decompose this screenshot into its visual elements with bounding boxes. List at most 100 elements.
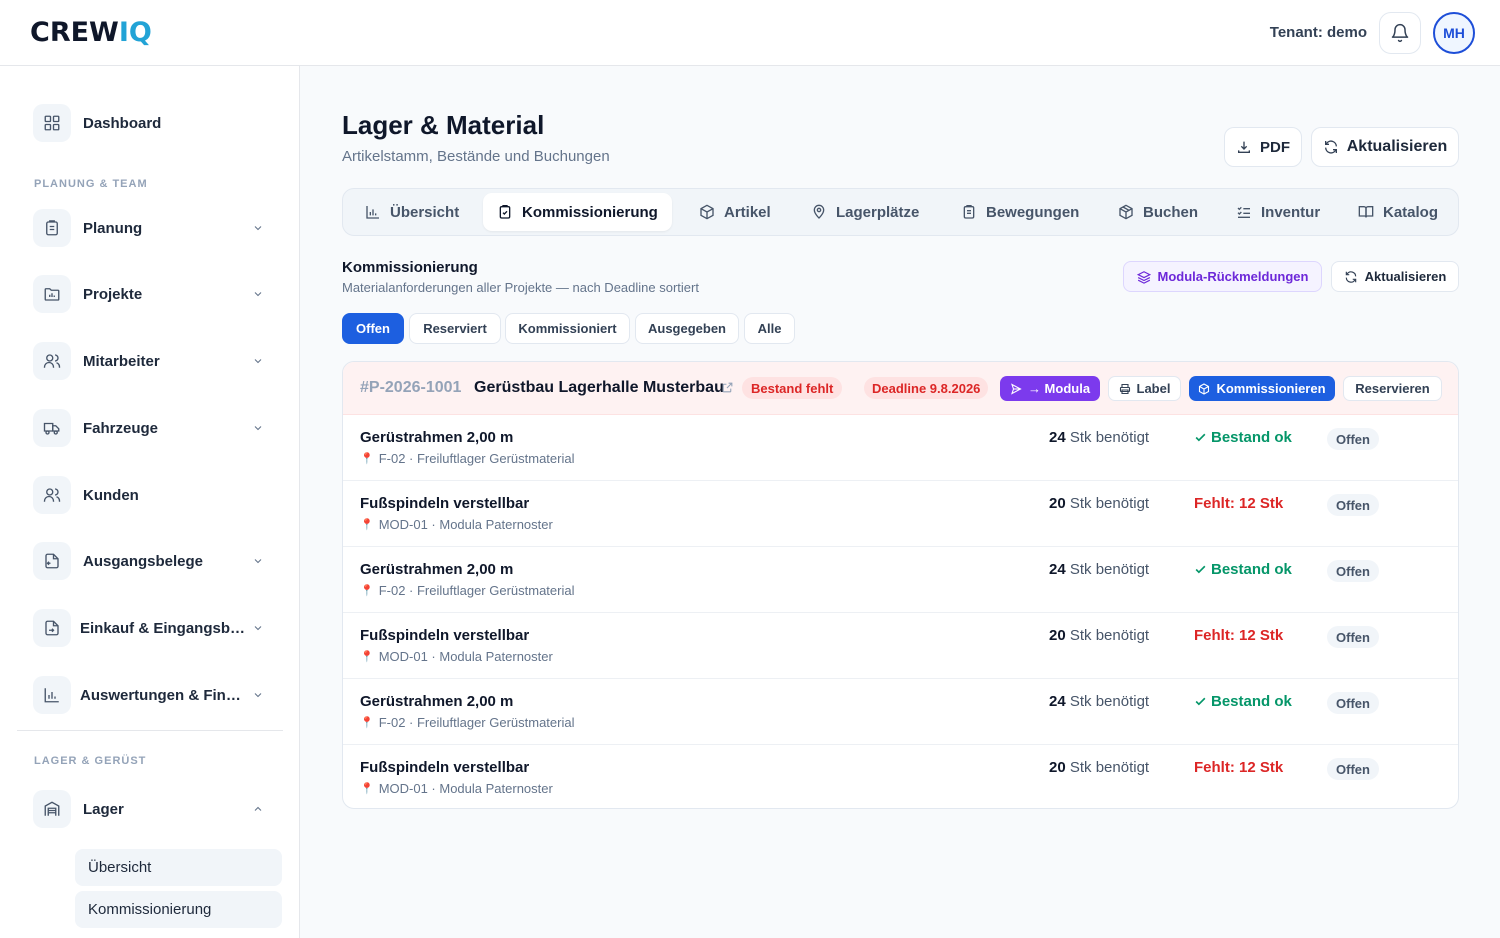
- qty-number: 24: [1049, 429, 1066, 446]
- sidebar-subitem-kommissionierung[interactable]: Kommissionierung: [75, 891, 282, 928]
- item-name: Fußspindeln verstellbar: [360, 495, 530, 512]
- table-row[interactable]: Fußspindeln verstellbar 📍 MOD-01 · Modula…: [343, 745, 1458, 808]
- qty-number: 24: [1049, 693, 1066, 710]
- sidebar-item-label: Projekte: [83, 285, 143, 303]
- tab-artikel[interactable]: Artikel: [685, 193, 785, 231]
- sidebar-item-label: Dashboard: [83, 114, 162, 132]
- sidebar-item-label: Kunden: [83, 486, 139, 504]
- page-title: Lager & Material: [342, 110, 545, 140]
- sidebar-item-lager[interactable]: Lager: [33, 790, 273, 828]
- package-icon: [1118, 204, 1134, 220]
- tab-bar: Übersicht Kommissionierung Artikel Lager…: [342, 188, 1459, 236]
- qty-number: 20: [1049, 627, 1066, 644]
- qty-number: 20: [1049, 495, 1066, 512]
- print-label-button[interactable]: Label: [1108, 376, 1181, 401]
- top-bar: CREW IQ Tenant: demo MH: [0, 0, 1500, 66]
- table-row[interactable]: Fußspindeln verstellbar 📍 MOD-01 · Modula…: [343, 481, 1458, 547]
- warehouse-icon: [33, 790, 71, 828]
- item-quantity: 20 Stk benötigt: [1049, 495, 1149, 512]
- pick-button[interactable]: Kommissionieren: [1189, 376, 1335, 401]
- refresh-button[interactable]: Aktualisieren: [1311, 127, 1459, 167]
- book-open-icon: [1358, 204, 1374, 220]
- item-location: 📍 F-02 · Freiluftlager Gerüstmaterial: [360, 715, 574, 730]
- item-name: Gerüstrahmen 2,00 m: [360, 693, 514, 710]
- item-location-text: MOD-01 · Modula Paternoster: [378, 781, 553, 796]
- table-row[interactable]: Gerüstrahmen 2,00 m 📍 F-02 · Freiluftlage…: [343, 547, 1458, 613]
- printer-icon: [1119, 383, 1131, 395]
- filter-alle[interactable]: Alle: [744, 313, 795, 344]
- tab-inventur[interactable]: Inventur: [1222, 193, 1334, 231]
- sidebar-item-mitarbeiter[interactable]: Mitarbeiter: [33, 342, 273, 380]
- pdf-button[interactable]: PDF: [1224, 127, 1302, 167]
- tab-lagerplaetze[interactable]: Lagerplätze: [797, 193, 933, 231]
- sidebar-item-projekte[interactable]: Projekte: [33, 275, 273, 313]
- item-location: 📍 MOD-01 · Modula Paternoster: [360, 649, 553, 664]
- status-badge: Offen: [1327, 494, 1379, 516]
- reserve-button[interactable]: Reservieren: [1343, 376, 1442, 401]
- item-quantity: 24 Stk benötigt: [1049, 693, 1149, 710]
- qty-unit: Stk benötigt: [1069, 561, 1150, 578]
- deadline-badge: Deadline 9.8.2026: [864, 377, 989, 399]
- check-icon: [1194, 431, 1207, 444]
- tab-bewegungen[interactable]: Bewegungen: [947, 193, 1093, 231]
- table-row[interactable]: Fußspindeln verstellbar 📍 MOD-01 · Modula…: [343, 613, 1458, 679]
- project-name[interactable]: Gerüstbau Lagerhalle Musterbau: [474, 379, 724, 397]
- item-name: Fußspindeln verstellbar: [360, 759, 530, 776]
- tab-uebersicht[interactable]: Übersicht: [351, 193, 473, 231]
- refresh-button-label: Aktualisieren: [1346, 138, 1448, 155]
- filter-ausgegeben[interactable]: Ausgegeben: [635, 313, 739, 344]
- status-badge: Offen: [1327, 428, 1379, 450]
- send-to-modula-label: → Modula: [1027, 381, 1091, 396]
- tab-katalog[interactable]: Katalog: [1344, 193, 1452, 231]
- check-icon: [1194, 695, 1207, 708]
- filter-reserviert[interactable]: Reserviert: [409, 313, 501, 344]
- chevron-down-icon: [252, 288, 264, 300]
- sidebar-item-planung[interactable]: Planung: [33, 209, 273, 247]
- stock-status-text: Bestand ok: [1211, 561, 1292, 578]
- sidebar-item-kunden[interactable]: Kunden: [33, 476, 273, 514]
- stock-status: Fehlt: 12 Stk: [1194, 627, 1284, 644]
- external-link-icon[interactable]: [721, 381, 734, 394]
- status-badge: Offen: [1327, 692, 1379, 714]
- map-pin-icon: [811, 204, 827, 220]
- sidebar-item-ausgangsbelege[interactable]: Ausgangsbelege: [33, 542, 273, 580]
- sidebar-item-auswertungen[interactable]: Auswertungen & Finanzen: [33, 676, 273, 714]
- checklist-icon: [1236, 204, 1252, 220]
- item-location: 📍 F-02 · Freiluftlager Gerüstmaterial: [360, 583, 574, 598]
- status-badge: Offen: [1327, 758, 1379, 780]
- modula-feedback-button[interactable]: Modula-Rückmeldungen: [1123, 261, 1322, 292]
- item-quantity: 20 Stk benötigt: [1049, 759, 1149, 776]
- tab-buchen[interactable]: Buchen: [1104, 193, 1212, 231]
- user-avatar[interactable]: MH: [1433, 12, 1475, 54]
- stock-missing-badge: Bestand fehlt: [742, 377, 843, 399]
- sidebar-item-fahrzeuge[interactable]: Fahrzeuge: [33, 409, 273, 447]
- table-row[interactable]: Gerüstrahmen 2,00 m 📍 F-02 · Freiluftlage…: [343, 679, 1458, 745]
- qty-number: 24: [1049, 561, 1066, 578]
- file-import-icon: [33, 609, 71, 647]
- notifications-button[interactable]: [1379, 12, 1421, 54]
- sidebar-item-dashboard[interactable]: Dashboard: [33, 104, 273, 142]
- tab-kommissionierung[interactable]: Kommissionierung: [483, 193, 672, 231]
- qty-unit: Stk benötigt: [1069, 429, 1150, 446]
- sidebar-item-label: Einkauf & Eingangsbelege: [80, 619, 250, 637]
- project-card: #P-2026-1001 Gerüstbau Lagerhalle Muster…: [342, 361, 1459, 809]
- table-row[interactable]: Gerüstrahmen 2,00 m 📍 F-02 · Freiluftlage…: [343, 415, 1458, 481]
- send-to-modula-button[interactable]: → Modula: [1000, 376, 1100, 401]
- filter-kommissioniert[interactable]: Kommissioniert: [505, 313, 630, 344]
- sidebar-item-einkauf[interactable]: Einkauf & Eingangsbelege: [33, 609, 273, 647]
- stock-status: Fehlt: 12 Stk: [1194, 759, 1284, 776]
- tab-label: Inventur: [1261, 203, 1321, 221]
- tab-label: Lagerplätze: [836, 203, 920, 221]
- page-subtitle: Artikelstamm, Bestände und Buchungen: [342, 148, 610, 165]
- stock-status: Bestand ok: [1194, 429, 1292, 446]
- tab-label: Bewegungen: [986, 203, 1080, 221]
- pin-icon: 📍: [360, 717, 374, 729]
- filter-offen[interactable]: Offen: [342, 313, 404, 344]
- sidebar-subitem-uebersicht[interactable]: Übersicht: [75, 849, 282, 886]
- modula-feedback-label: Modula-Rückmeldungen: [1157, 269, 1309, 284]
- package-icon: [1198, 382, 1210, 395]
- section-refresh-button[interactable]: Aktualisieren: [1331, 261, 1459, 292]
- app-logo[interactable]: CREW IQ: [30, 17, 152, 49]
- status-badge: Offen: [1327, 560, 1379, 582]
- sidebar-item-label: Lager: [83, 800, 124, 818]
